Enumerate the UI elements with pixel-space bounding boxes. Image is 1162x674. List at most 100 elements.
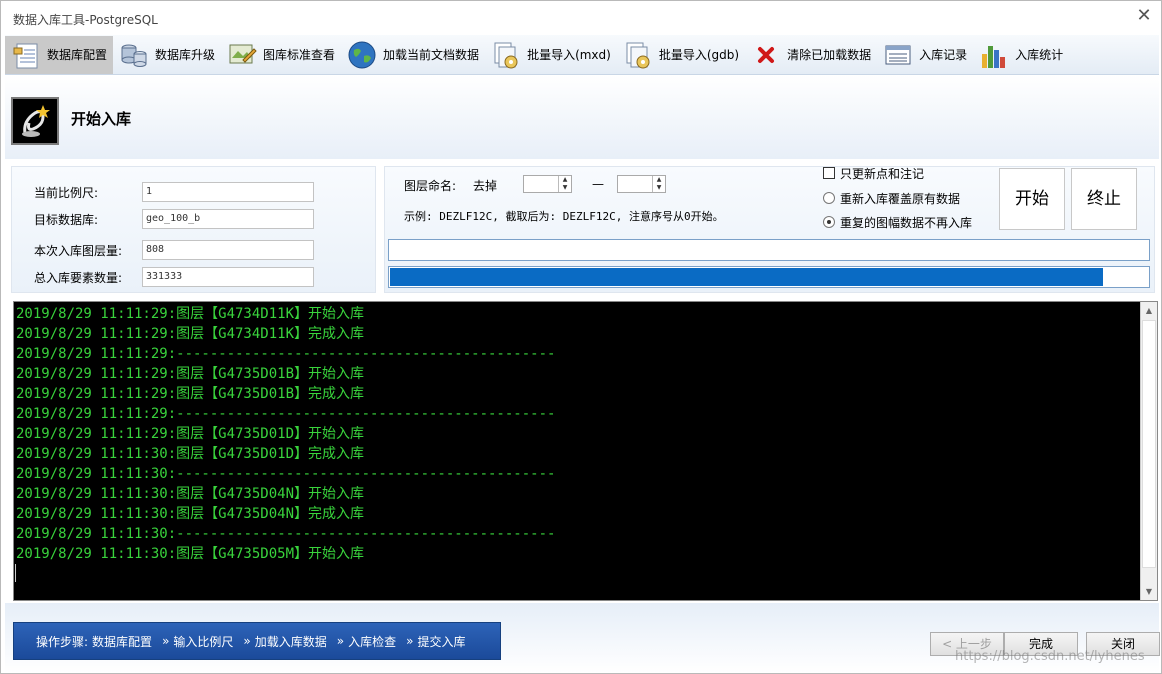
log-line: 2019/8/29 11:11:29:---------------------…: [16, 346, 556, 362]
step-item: 加载入库数据: [254, 634, 327, 649]
remove-end-stepper[interactable]: ▲ ▼: [617, 175, 666, 193]
steps-prefix: 操作步骤:: [36, 634, 89, 649]
only-update-checkbox[interactable]: [823, 167, 835, 179]
steps-breadcrumb: 操作步骤: 数据库配置 » 输入比例尺 » 加载入库数据 » 入库检查 » 提交…: [13, 622, 501, 660]
log-line: 2019/8/29 11:11:29:图层【G4734D11K】开始入库: [16, 306, 365, 322]
toolbar-database-config[interactable]: 数据库配置: [5, 35, 114, 74]
toolbar-database-upgrade[interactable]: 数据库升级: [113, 36, 221, 74]
log-line: 2019/8/29 11:11:30:图层【G4735D04N】开始入库: [16, 486, 365, 502]
import-params-panel: 当前比例尺: 1 目标数据库: geo_100_b 本次入库图层量: 808 总…: [11, 166, 376, 293]
toolbar-label: 数据库升级: [155, 48, 216, 62]
toolbar-load-current-doc[interactable]: 加载当前文档数据: [341, 36, 485, 74]
layer-count-label: 本次入库图层量:: [34, 243, 123, 258]
layer-count-field[interactable]: 808: [142, 240, 314, 260]
step-separator: »: [162, 634, 170, 648]
toolbar-label: 入库记录: [919, 48, 968, 62]
log-line: 2019/8/29 11:11:30:---------------------…: [16, 466, 556, 482]
scroll-down-icon[interactable]: ▼: [1141, 583, 1157, 600]
step-item: 数据库配置: [92, 634, 153, 649]
toolbar-batch-import-gdb[interactable]: 批量导入(gdb): [617, 36, 745, 74]
toolbar-clear-loaded[interactable]: 清除已加载数据: [745, 36, 877, 74]
log-console[interactable]: 2019/8/29 11:11:29:图层【G4734D11K】开始入库 2019…: [13, 301, 1158, 601]
toolbar-import-statistics[interactable]: 入库统计: [973, 36, 1069, 74]
target-db-field[interactable]: geo_100_b: [142, 209, 314, 229]
log-line: 2019/8/29 11:11:30:图层【G4735D05M】开始入库: [16, 546, 365, 562]
toolbar-label: 图库标准查看: [263, 48, 336, 62]
map-standard-icon: [227, 40, 257, 70]
total-progress-fill: [390, 268, 1103, 286]
bar-chart-icon: [979, 40, 1009, 70]
layer-naming-label: 图层命名:: [404, 179, 457, 193]
log-line: 2019/8/29 11:11:29:---------------------…: [16, 406, 556, 422]
stepper-arrows[interactable]: ▲ ▼: [652, 176, 665, 192]
batch-import-gdb-icon: [623, 40, 653, 70]
wizard-header: 开始入库: [5, 75, 1159, 159]
database-upgrade-icon: [119, 40, 149, 70]
stepper-arrows[interactable]: ▲ ▼: [558, 176, 571, 192]
skip-duplicate-radio[interactable]: [823, 216, 835, 228]
stop-button[interactable]: 终止: [1071, 168, 1137, 230]
toolbar-label: 批量导入(mxd): [527, 48, 611, 62]
feature-count-label: 总入库要素数量:: [34, 270, 123, 285]
skip-duplicate-label: 重复的图幅数据不再入库: [840, 216, 973, 230]
watermark: https://blog.csdn.net/lyhenes: [955, 649, 1145, 664]
remove-label: 去掉: [473, 179, 498, 193]
database-config-icon: [11, 40, 41, 70]
text-cursor: [15, 564, 16, 582]
toolbar: 数据库配置 数据库升级 图库标准查看 加载当前文档数据 批量导入(mxd) 批量…: [5, 35, 1159, 75]
toolbar-label: 入库统计: [1015, 48, 1064, 62]
scale-label: 当前比例尺:: [34, 185, 99, 200]
wizard-logo-icon: [11, 97, 59, 145]
naming-example: 示例: DEZLF12C, 截取后为: DEZLF12C, 注意序号从0开始。: [404, 210, 724, 223]
import-control-panel: 图层命名: 去掉 ▲ ▼ — ▲ ▼ 示例: DEZLF12C, 截取后为: DEZ…: [384, 166, 1155, 293]
page-title: 开始入库: [71, 110, 132, 128]
close-icon[interactable]: ✕: [1135, 7, 1153, 25]
toolbar-map-standard[interactable]: 图库标准查看: [221, 36, 341, 74]
feature-count-row: 总入库要素数量: 331333: [34, 267, 314, 287]
total-progress-bar: [388, 266, 1150, 288]
record-list-icon: [883, 40, 913, 70]
step-separator: »: [243, 634, 251, 648]
toolbar-label: 数据库配置: [47, 48, 108, 62]
scroll-thumb[interactable]: [1142, 320, 1156, 568]
step-separator: »: [336, 634, 345, 648]
overwrite-label: 重新入库覆盖原有数据: [840, 192, 961, 206]
globe-icon: [347, 40, 377, 70]
log-line: 2019/8/29 11:11:29:图层【G4735D01B】开始入库: [16, 366, 365, 382]
toolbar-import-records[interactable]: 入库记录: [877, 36, 973, 74]
step-item: 入库检查: [348, 634, 397, 649]
log-line: 2019/8/29 11:11:29:图层【G4735D01D】开始入库: [16, 426, 365, 442]
layer-progress-bar: [388, 239, 1150, 261]
target-db-row: 目标数据库: geo_100_b: [34, 209, 314, 229]
dash-label: —: [592, 177, 604, 191]
start-button[interactable]: 开始: [999, 168, 1065, 230]
only-update-label: 只更新点和注记: [840, 167, 925, 181]
feature-count-field[interactable]: 331333: [142, 267, 314, 287]
scale-field[interactable]: 1: [142, 182, 314, 202]
target-db-label: 目标数据库:: [34, 212, 99, 227]
scroll-up-icon[interactable]: ▲: [1141, 302, 1157, 319]
log-line: 2019/8/29 11:11:30:图层【G4735D04N】完成入库: [16, 506, 365, 522]
toolbar-label: 批量导入(gdb): [658, 48, 740, 62]
title-bar: 数据入库工具-PostgreSQL ✕: [1, 1, 1161, 35]
toolbar-label: 加载当前文档数据: [383, 48, 480, 62]
log-line: 2019/8/29 11:11:30:---------------------…: [16, 526, 556, 542]
layer-count-row: 本次入库图层量: 808: [34, 240, 314, 260]
log-line: 2019/8/29 11:11:30:图层【G4735D01D】完成入库: [16, 446, 365, 462]
log-lines: 2019/8/29 11:11:29:图层【G4734D11K】开始入库 2019…: [16, 304, 555, 564]
log-line: 2019/8/29 11:11:29:图层【G4734D11K】完成入库: [16, 326, 365, 342]
log-scrollbar[interactable]: ▲ ▼: [1140, 302, 1157, 600]
step-item: 输入比例尺: [173, 634, 234, 649]
step-item: 提交入库: [417, 634, 466, 649]
log-line: 2019/8/29 11:11:29:图层【G4735D01B】完成入库: [16, 386, 365, 402]
toolbar-batch-import-mxd[interactable]: 批量导入(mxd): [485, 36, 617, 74]
remove-start-stepper[interactable]: ▲ ▼: [523, 175, 572, 193]
app-window: 数据入库工具-PostgreSQL ✕ 数据库配置 数据库升级 图库标准查看 加…: [0, 0, 1162, 674]
batch-import-mxd-icon: [491, 40, 521, 70]
window-title: 数据入库工具-PostgreSQL: [13, 13, 158, 27]
overwrite-radio[interactable]: [823, 192, 835, 204]
step-separator: »: [406, 634, 414, 648]
toolbar-label: 清除已加载数据: [787, 48, 872, 62]
scale-row: 当前比例尺: 1: [34, 182, 314, 202]
clear-red-x-icon: [751, 40, 781, 70]
